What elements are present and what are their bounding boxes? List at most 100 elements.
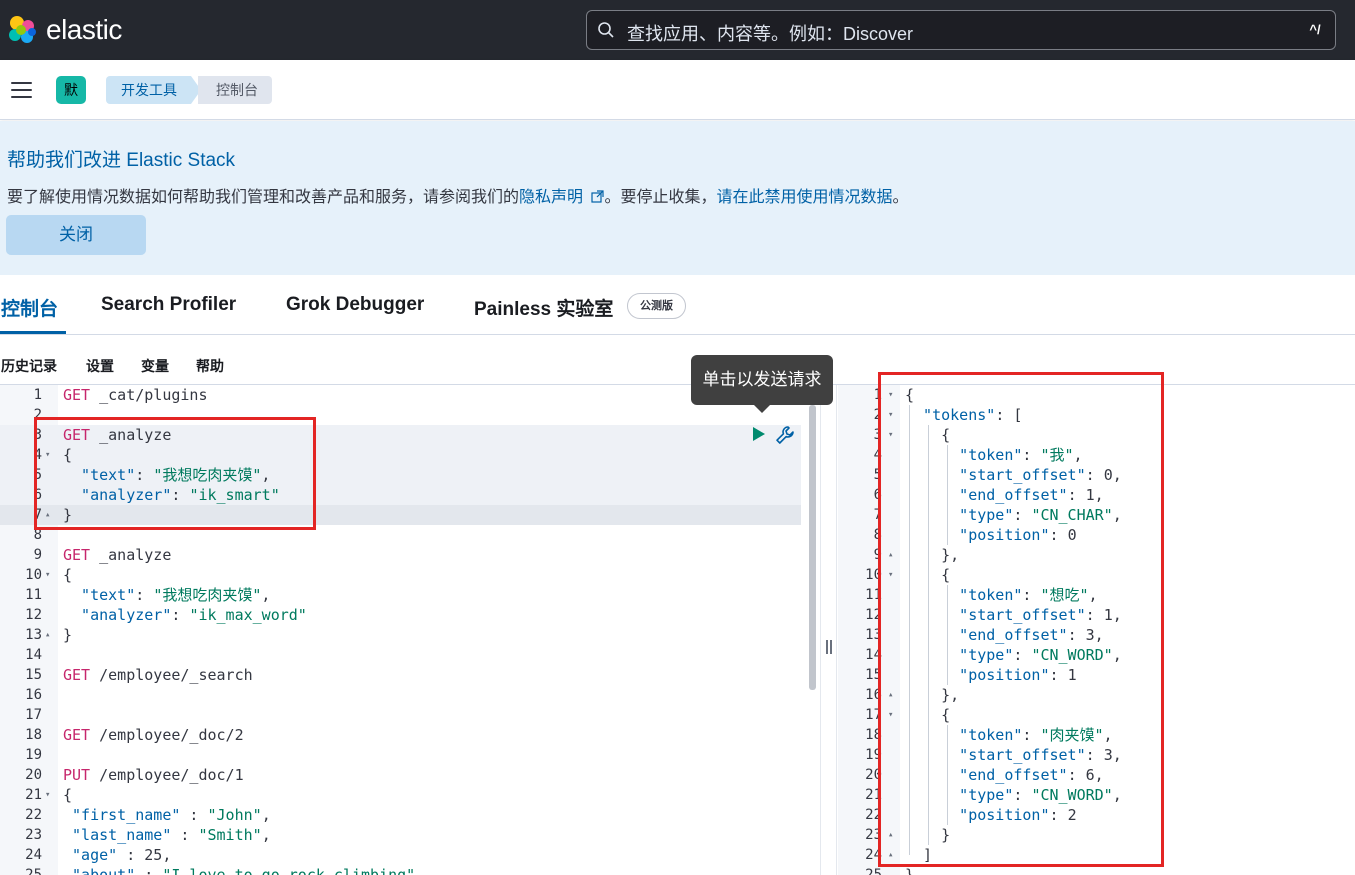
- disable-usage-data-link[interactable]: 请在此禁用使用情况数据: [717, 189, 893, 206]
- line-number: 22: [25, 807, 42, 823]
- code-text: "about" : "I love to go rock climbing",: [63, 865, 424, 875]
- line-number: 10: [25, 567, 42, 583]
- code-token: "last_name": [63, 826, 172, 844]
- code-line[interactable]: 15 GET /employee/_search: [0, 665, 820, 685]
- code-line[interactable]: 9 GET _analyze: [0, 545, 820, 565]
- elastic-logo-icon[interactable]: [6, 14, 38, 46]
- line-number: 17: [25, 707, 42, 723]
- code-token: "Smith": [198, 826, 262, 844]
- code-line[interactable]: 25 "about" : "I love to go rock climbing…: [0, 865, 820, 875]
- code-token: :: [180, 806, 208, 824]
- code-line[interactable]: 20 PUT /employee/_doc/1: [0, 765, 820, 785]
- code-token: "I love to go rock climbing": [162, 866, 416, 875]
- code-text: GET _cat/plugins: [63, 385, 208, 405]
- line-number: 23: [865, 827, 882, 843]
- line-number: 11: [25, 587, 42, 603]
- send-request-play-icon[interactable]: [753, 427, 765, 441]
- line-number: 19: [865, 747, 882, 763]
- fold-collapse-icon[interactable]: ▾: [45, 785, 50, 805]
- code-token: }: [63, 626, 73, 644]
- brand-name[interactable]: elastic: [46, 14, 122, 46]
- code-line[interactable]: 22 "first_name" : "John",: [0, 805, 820, 825]
- fold-collapse-icon[interactable]: ▾: [45, 565, 50, 585]
- global-search-input[interactable]: 查找应用、内容等。例如：Discover ^/: [586, 10, 1336, 50]
- code-token: "text": [63, 586, 136, 604]
- resizer-grip-icon: [826, 640, 832, 654]
- code-line[interactable]: 13 ▴}: [0, 625, 820, 645]
- line-number: 21: [25, 787, 42, 803]
- code-token: PUT: [63, 766, 91, 784]
- line-number: 9: [873, 547, 882, 563]
- code-line[interactable]: 19: [0, 745, 820, 765]
- external-link-icon: [591, 190, 605, 203]
- code-token: /employee/_search: [90, 666, 253, 684]
- search-placeholder: 查找应用、内容等。例如：Discover: [627, 24, 914, 44]
- menu-toggle-icon[interactable]: [11, 82, 32, 98]
- code-text: {: [63, 565, 72, 585]
- space-avatar[interactable]: 默: [56, 76, 86, 104]
- line-number: 20: [865, 767, 882, 783]
- tab-painless-lab[interactable]: Painless 实验室: [474, 294, 613, 321]
- line-number: 2: [873, 407, 882, 423]
- code-token: /employee/_doc/2: [90, 726, 244, 744]
- code-token: ,: [261, 806, 271, 824]
- annotation-box-request: [34, 417, 316, 530]
- history-button[interactable]: 历史记录: [1, 356, 57, 376]
- top-header: elastic 查找应用、内容等。例如：Discover ^/: [0, 0, 1355, 60]
- code-line[interactable]: 17: [0, 705, 820, 725]
- code-text: GET /employee/_search: [63, 665, 253, 685]
- tab-grok-debugger[interactable]: Grok Debugger: [286, 294, 424, 316]
- code-text: GET /employee/_doc/2: [63, 725, 244, 745]
- code-line[interactable]: 24 "age" : 25,: [0, 845, 820, 865]
- line-number: 3: [873, 427, 882, 443]
- code-line[interactable]: 10 ▾ {: [0, 565, 820, 585]
- code-token: :: [171, 826, 199, 844]
- line-number: 13: [865, 627, 882, 643]
- variables-button[interactable]: 变量: [141, 356, 169, 376]
- breadcrumb-dev-tools[interactable]: 开发工具: [106, 76, 201, 104]
- fold-expand-icon[interactable]: ▴: [45, 625, 50, 645]
- code-token: _cat/plugins: [90, 386, 208, 404]
- line-number: 17: [865, 707, 882, 723]
- settings-button[interactable]: 设置: [86, 356, 114, 376]
- line-number: 11: [865, 587, 882, 603]
- code-line[interactable]: 23 "last_name" : "Smith",: [0, 825, 820, 845]
- code-token: GET: [63, 546, 91, 564]
- code-line[interactable]: 14: [0, 645, 820, 665]
- code-line[interactable]: 18 GET /employee/_doc/2: [0, 725, 820, 745]
- help-button[interactable]: 帮助: [196, 356, 224, 376]
- tab-console[interactable]: 控制台: [1, 294, 58, 321]
- line-number: 5: [873, 467, 882, 483]
- close-button[interactable]: 关闭: [6, 215, 146, 255]
- code-text: "text": "我想吃肉夹馍",: [63, 585, 270, 605]
- line-number: 8: [873, 527, 882, 543]
- line-number: 22: [865, 807, 882, 823]
- line-number: 12: [25, 607, 42, 623]
- code-token: ,: [261, 826, 271, 844]
- code-token: /employee/_doc/1: [90, 766, 244, 784]
- code-line[interactable]: 21 ▾ {: [0, 785, 820, 805]
- code-token: ,: [162, 846, 172, 864]
- wrench-icon[interactable]: [774, 424, 796, 446]
- pane-resizer[interactable]: [820, 385, 837, 875]
- code-text: "first_name" : "John",: [63, 805, 271, 825]
- code-token: :: [135, 866, 163, 875]
- privacy-link[interactable]: 隐私声明: [519, 189, 605, 206]
- code-line[interactable]: 11 "text": "我想吃肉夹馍",: [0, 585, 820, 605]
- code-token: "ik_max_word": [189, 606, 307, 624]
- code-token: ,: [261, 586, 271, 604]
- line-number: 18: [865, 727, 882, 743]
- line-number: 16: [25, 687, 42, 703]
- tab-search-profiler[interactable]: Search Profiler: [101, 294, 236, 316]
- code-text: "last_name" : "Smith",: [63, 825, 271, 845]
- code-line[interactable]: 12 "analyzer": "ik_max_word": [0, 605, 820, 625]
- code-token: "我想吃肉夹馍": [153, 586, 262, 604]
- code-token: }: [905, 866, 915, 875]
- line-number: 24: [865, 847, 882, 863]
- line-number: 4: [873, 447, 882, 463]
- line-number: 12: [865, 607, 882, 623]
- line-number: 1: [873, 387, 882, 403]
- code-line[interactable]: 16: [0, 685, 820, 705]
- code-token: ,: [415, 866, 425, 875]
- code-token: "about": [63, 866, 136, 875]
